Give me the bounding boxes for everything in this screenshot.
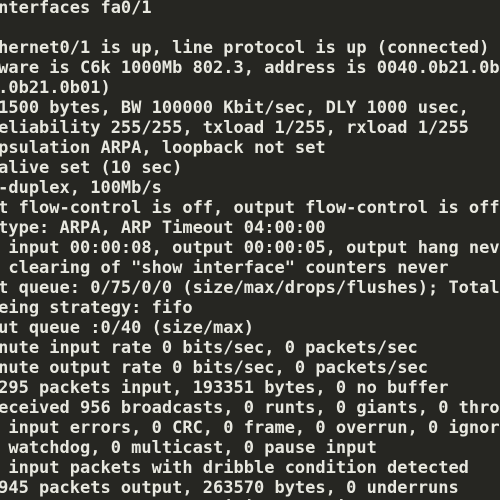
- terminal-line: 0040.0b21.0b01): [0, 78, 111, 98]
- terminal-line: Queueing strategy: fifo: [0, 298, 193, 318]
- terminal-line: 5 minute output rate 0 bits/sec, 0 packe…: [0, 358, 428, 378]
- terminal-line: Input queue: 0/75/0/0 (size/max/drops/fl…: [0, 278, 500, 298]
- terminal-line: Last clearing of "show interface" counte…: [8, 258, 449, 278]
- terminal-text-buffer: show interfaces fa0/1 FastEthernet0/1 is…: [0, 0, 500, 500]
- terminal-line: show interfaces fa0/1: [0, 0, 152, 18]
- terminal-line: reliability 255/255, txload 1/255, rxloa…: [0, 118, 469, 138]
- terminal-line: Encapsulation ARPA, loopback not set: [0, 138, 326, 158]
- terminal-line: MTU 1500 bytes, BW 100000 Kbit/sec, DLY …: [0, 98, 469, 118]
- terminal-line: input flow-control is off, output flow-c…: [0, 198, 500, 218]
- terminal-line: Received 956 broadcasts, 0 runts, 0 gian…: [0, 398, 500, 418]
- terminal-line: 2945 packets output, 263570 bytes, 0 und…: [0, 478, 459, 498]
- terminal-line: Last input 00:00:08, output 00:00:05, ou…: [8, 238, 500, 258]
- terminal-line: Output queue :0/40 (size/max): [0, 318, 254, 338]
- terminal-line: Keepalive set (10 sec): [0, 158, 183, 178]
- terminal-line: FastEthernet0/1 is up, line protocol is …: [0, 38, 490, 58]
- terminal-line: 0 input packets with dribble condition d…: [8, 458, 469, 478]
- terminal-window[interactable]: show interfaces fa0/1 FastEthernet0/1 is…: [0, 0, 500, 500]
- terminal-line: 0 input errors, 0 CRC, 0 frame, 0 overru…: [8, 418, 500, 438]
- terminal-line: 0 watchdog, 0 multicast, 0 pause input: [8, 438, 377, 458]
- terminal-screen[interactable]: show interfaces fa0/1 FastEthernet0/1 is…: [0, 0, 500, 500]
- terminal-line: Full-duplex, 100Mb/s: [0, 178, 162, 198]
- terminal-line: Hardware is C6k 1000Mb 802.3, address is…: [0, 58, 500, 78]
- terminal-line: ARP type: ARPA, ARP Timeout 04:00:00: [0, 218, 326, 238]
- terminal-line: 5 minute input rate 0 bits/sec, 0 packet…: [0, 338, 418, 358]
- terminal-line: 2295 packets input, 193351 bytes, 0 no b…: [0, 378, 449, 398]
